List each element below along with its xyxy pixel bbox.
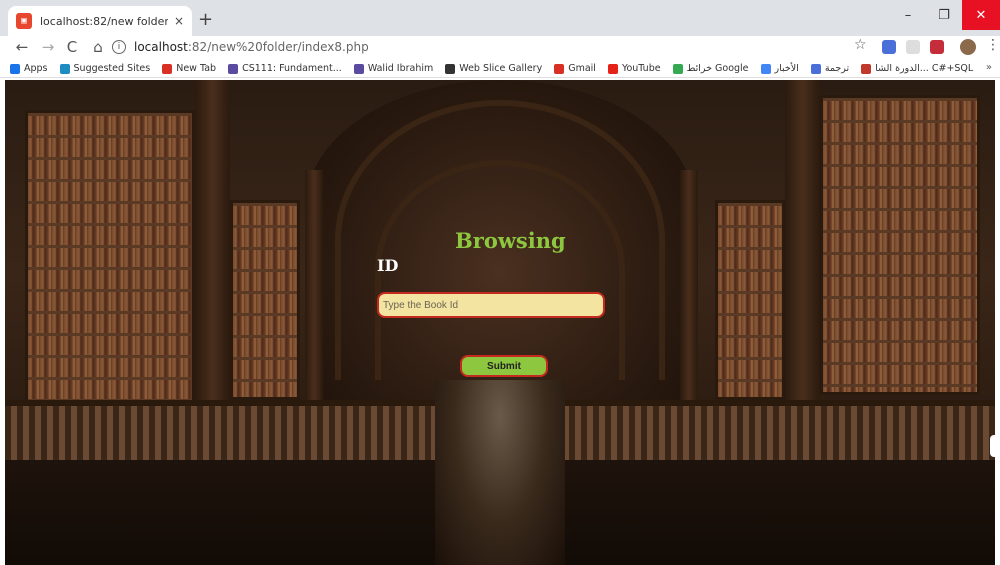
bookmark-icon [607,63,618,74]
menu-icon[interactable]: ⋮ [986,37,1000,53]
arch-decoration [375,160,625,380]
extension-translate-icon[interactable] [882,40,896,54]
close-window-button[interactable]: ✕ [962,0,1000,30]
extension-shield-icon[interactable] [930,40,944,54]
pillar [305,170,323,410]
tab-title: localhost:82/new folder/index8.p [40,14,168,28]
maximize-button[interactable]: ❐ [926,0,962,30]
central-corridor [435,380,565,565]
page-content: Browsing ID Submit [5,80,995,565]
bookmark-label: Gmail [568,63,596,74]
bookmark-icon [10,63,20,74]
bookmark-label: Web Slice Gallery [459,63,543,74]
bookmark-label: CS111: Fundament... [242,63,342,74]
tab-close-icon[interactable]: × [174,14,184,28]
bookmark-icon [228,63,239,74]
url-path: :82/new%20folder/index8.php [187,40,369,54]
submit-button[interactable]: Submit [460,355,548,377]
tab-strip: ▣ localhost:82/new folder/index8.p × + –… [0,0,1000,36]
bookmark-item[interactable]: الأخبار [760,63,799,74]
id-label: ID [377,256,399,275]
browser-tab[interactable]: ▣ localhost:82/new folder/index8.p × [8,6,192,36]
bookmark-label: خرائط Google [686,63,749,74]
bookmark-icon [554,63,565,74]
back-arrow-icon[interactable]: ← [12,38,32,56]
bookmarks-bar: Apps Suggested Sites New Tab CS111: Fundame… [0,60,1000,78]
tab-favicon-icon: ▣ [16,13,32,29]
bookmark-icon [861,63,872,74]
info-icon[interactable]: i [112,40,126,54]
bookmark-item[interactable]: Apps [10,63,48,74]
bookmark-item[interactable]: Web Slice Gallery [445,63,542,74]
bookmark-icon [59,63,70,74]
new-tab-button[interactable]: + [198,9,213,30]
bookmark-item[interactable]: خرائط Google [672,63,749,74]
bookmark-item[interactable]: Suggested Sites [59,63,151,74]
bookmark-label: New Tab [176,63,217,74]
bookmark-label: ترجمة [824,63,850,74]
profile-avatar[interactable] [960,39,976,55]
browser-toolbar: ← → C ⌂ i localhost:82/new%20folder/inde… [0,36,1000,60]
page-title: Browsing [455,228,566,253]
extension-icon[interactable] [906,40,920,54]
bookmark-label: Walid Ibrahim [367,63,434,74]
url-host: localhost [134,40,188,54]
bookmark-item[interactable]: CS111: Fundament... [228,63,342,74]
address-bar[interactable]: i localhost:82/new%20folder/index8.php [112,36,862,58]
bookmark-label: Apps [24,63,48,74]
bookmark-item[interactable]: ترجمة [810,63,850,74]
bookmark-icon [353,63,364,74]
bookshelf-left-inner [230,200,300,400]
bookmark-star-icon[interactable]: ☆ [854,37,868,53]
bookshelf-right-inner [715,200,785,400]
book-id-input[interactable] [377,292,605,318]
pillar [785,80,820,410]
forward-arrow-icon[interactable]: → [38,38,58,56]
home-icon[interactable]: ⌂ [88,38,108,56]
bookshelf-left [25,110,195,410]
bookmark-label: الأخبار [774,63,799,74]
pillar [195,80,230,410]
pillar [680,170,698,410]
bookmark-label: الدورة الشا... C#+SQL [875,63,974,74]
minimize-button[interactable]: – [890,0,926,30]
bookmark-item[interactable]: Walid Ibrahim [353,63,434,74]
bookmarks-more-icon[interactable]: » [986,62,992,73]
bookmark-icon [810,63,821,74]
bookmark-item[interactable]: الدورة الشا... C#+SQL [861,63,973,74]
reload-icon[interactable]: C [62,38,82,56]
bookmark-item[interactable]: New Tab [162,63,216,74]
bookmark-icon [445,63,456,74]
bookmark-label: YouTube [621,63,661,74]
bookmark-icon [672,63,683,74]
bookmark-icon [162,63,173,74]
bookmark-icon [760,63,771,74]
bookmark-label: Suggested Sites [73,63,151,74]
bookshelf-right [820,95,980,395]
bookmark-item[interactable]: YouTube [607,63,661,74]
bookmark-item[interactable]: Gmail [554,63,596,74]
side-widget-tab[interactable] [990,435,995,457]
